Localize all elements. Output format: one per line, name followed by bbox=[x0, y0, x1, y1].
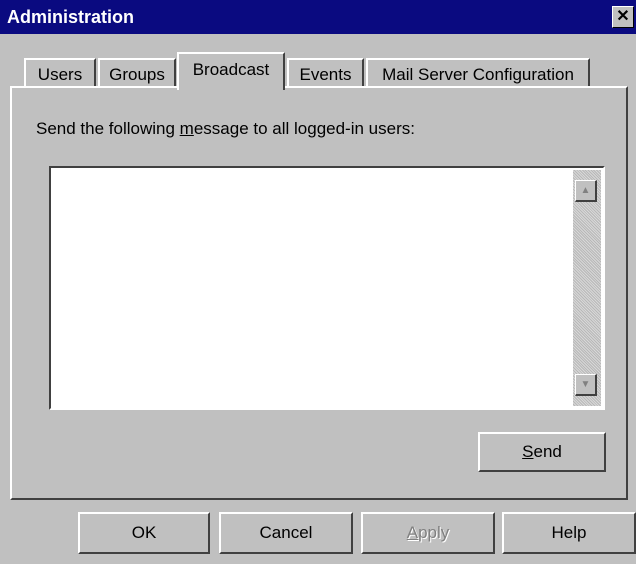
tab-users-label: Users bbox=[37, 65, 83, 84]
tab-mail-server-configuration-label: Mail Server Configuration bbox=[382, 65, 574, 84]
send-button[interactable]: Send bbox=[478, 432, 606, 472]
window-title: Administration bbox=[7, 7, 135, 27]
close-button[interactable]: ✕ bbox=[612, 6, 634, 28]
apply-mnemonic: A bbox=[406, 523, 419, 542]
send-label: Send bbox=[522, 442, 562, 462]
apply-button[interactable]: Apply bbox=[361, 512, 495, 554]
tab-events[interactable]: Events bbox=[287, 58, 364, 88]
close-icon: ✕ bbox=[616, 8, 630, 25]
scroll-up-arrow-icon: ▲ bbox=[580, 185, 591, 196]
ok-label: OK bbox=[131, 523, 157, 542]
tab-groups[interactable]: Groups bbox=[98, 58, 176, 88]
scroll-down-arrow-icon: ▼ bbox=[580, 379, 591, 390]
tab-mail-server-configuration[interactable]: Mail Server Configuration bbox=[366, 58, 590, 88]
prompt-text-end: essage to all logged-in users: bbox=[193, 119, 415, 138]
ok-button[interactable]: OK bbox=[78, 512, 210, 554]
scroll-down-button[interactable]: ▼ bbox=[575, 374, 597, 396]
send-mnemonic: S bbox=[522, 442, 534, 461]
tab-groups-label: Groups bbox=[109, 65, 165, 84]
apply-label: Apply bbox=[407, 523, 450, 543]
prompt-text-start: Send the following bbox=[36, 119, 180, 138]
prompt-mnemonic: m bbox=[179, 119, 194, 138]
help-button[interactable]: Help bbox=[502, 512, 636, 554]
cancel-label: Cancel bbox=[259, 523, 313, 542]
active-tab-joint bbox=[179, 84, 283, 90]
apply-label-rest: pply bbox=[418, 523, 450, 542]
help-label: Help bbox=[551, 523, 587, 542]
tab-broadcast-label: Broadcast bbox=[192, 60, 270, 79]
cancel-button[interactable]: Cancel bbox=[219, 512, 353, 554]
tab-events-label: Events bbox=[299, 65, 352, 84]
send-label-rest: end bbox=[533, 442, 562, 461]
tab-users[interactable]: Users bbox=[24, 58, 96, 88]
message-scrollbar[interactable]: ▲ ▼ bbox=[573, 170, 601, 406]
message-textarea[interactable]: ▲ ▼ bbox=[49, 166, 605, 410]
broadcast-prompt-label: Send the following message to all logged… bbox=[36, 119, 415, 139]
title-bar: Administration ✕ bbox=[0, 0, 636, 34]
scroll-up-button[interactable]: ▲ bbox=[575, 180, 597, 202]
